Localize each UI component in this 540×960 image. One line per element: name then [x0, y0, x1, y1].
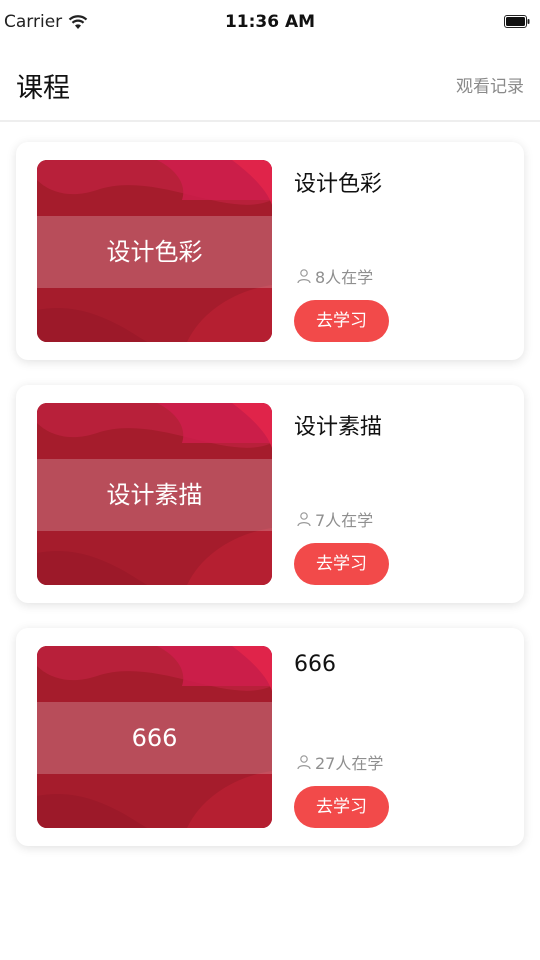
learner-count: 7人在学	[296, 507, 373, 531]
learner-count-text: 8人在学	[315, 268, 374, 287]
thumbnail-label: 666	[131, 724, 178, 752]
learner-count: 27人在学	[296, 750, 383, 774]
course-card[interactable]: 设计素描 设计素描 7人在学 去学习	[16, 385, 524, 603]
go-study-button[interactable]: 去学习	[294, 786, 389, 828]
course-thumbnail[interactable]: 设计色彩	[37, 160, 272, 342]
course-card[interactable]: 666 666 27人在学 去学习	[16, 628, 524, 846]
nav-bar: 课程 观看记录	[0, 46, 540, 122]
learner-count-text: 7人在学	[315, 511, 374, 530]
course-title: 666	[294, 652, 336, 677]
thumbnail-label: 设计素描	[106, 481, 203, 509]
course-card[interactable]: 设计色彩 设计色彩 8人在学 去学习	[16, 142, 524, 360]
battery-icon	[504, 15, 530, 28]
status-bar: Carrier 11:36 AM	[0, 0, 540, 46]
go-study-button[interactable]: 去学习	[294, 300, 389, 342]
thumbnail-label: 设计色彩	[106, 238, 203, 266]
learner-count-text: 27人在学	[315, 754, 384, 773]
person-icon	[297, 512, 311, 527]
learner-count: 8人在学	[296, 264, 373, 288]
watch-history-link[interactable]: 观看记录	[456, 72, 524, 97]
course-thumbnail[interactable]: 666	[37, 646, 272, 828]
course-title: 设计色彩	[294, 172, 383, 197]
status-time: 11:36 AM	[224, 12, 316, 32]
person-icon	[297, 755, 311, 770]
course-title: 设计素描	[294, 415, 383, 440]
person-icon	[297, 269, 311, 284]
go-study-button[interactable]: 去学习	[294, 543, 389, 585]
course-thumbnail[interactable]: 设计素描	[37, 403, 272, 585]
page-title: 课程	[16, 73, 70, 104]
